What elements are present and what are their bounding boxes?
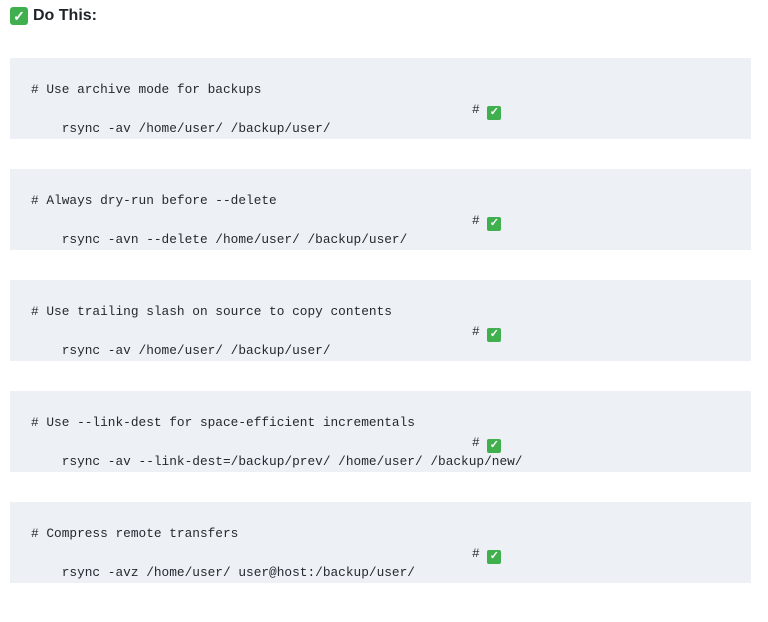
code-command-line: rsync -av --link-dest=/backup/prev/ /hom… xyxy=(31,433,751,470)
code-command: rsync -avn --delete /home/user/ /backup/… xyxy=(61,232,408,247)
code-comment: # Use --link-dest for space-efficient in… xyxy=(31,415,415,430)
code-block: # Compress remote transfers rsync -avz /… xyxy=(10,502,751,583)
code-comment: # Always dry-run before --delete xyxy=(31,193,277,208)
section-heading: ✓ Do This: xyxy=(10,4,97,28)
code-command-line: rsync -avz /home/user/ user@host:/backup… xyxy=(31,544,751,580)
comment-marker: # ✓ xyxy=(472,211,502,231)
check-mark-icon: ✓ xyxy=(487,105,502,120)
check-mark-icon: ✓ xyxy=(487,327,502,342)
code-command-line: rsync -av /home/user/ /backup/user/ # ✓ xyxy=(31,100,751,136)
check-mark-icon: ✓ xyxy=(10,7,28,25)
code-command-line: rsync -avn --delete /home/user/ /backup/… xyxy=(31,211,751,247)
code-comment: # Use archive mode for backups xyxy=(31,82,262,97)
heading-text: Do This: xyxy=(33,7,97,24)
code-comment: # Compress remote transfers xyxy=(31,526,239,541)
check-mark-icon: ✓ xyxy=(487,216,502,231)
code-command: rsync -av /home/user/ /backup/user/ xyxy=(61,343,331,358)
comment-marker: # ✓ xyxy=(472,433,502,453)
code-command-line: rsync -av /home/user/ /backup/user/ # ✓ xyxy=(31,322,751,358)
code-block: # Use trailing slash on source to copy c… xyxy=(10,280,751,361)
code-block: # Use archive mode for backups rsync -av… xyxy=(10,58,751,139)
check-mark-icon: ✓ xyxy=(487,549,502,564)
code-comment: # Use trailing slash on source to copy c… xyxy=(31,304,392,319)
comment-marker: # ✓ xyxy=(472,100,502,120)
comment-marker: # ✓ xyxy=(472,544,502,564)
code-block: # Use --link-dest for space-efficient in… xyxy=(10,391,751,472)
code-command: rsync -av --link-dest=/backup/prev/ /hom… xyxy=(61,454,523,469)
check-mark-icon: ✓ xyxy=(487,438,502,453)
comment-marker: # ✓ xyxy=(472,322,502,342)
code-block: # Always dry-run before --delete rsync -… xyxy=(10,169,751,250)
code-command: rsync -av /home/user/ /backup/user/ xyxy=(61,121,331,136)
code-command: rsync -avz /home/user/ user@host:/backup… xyxy=(61,565,415,580)
